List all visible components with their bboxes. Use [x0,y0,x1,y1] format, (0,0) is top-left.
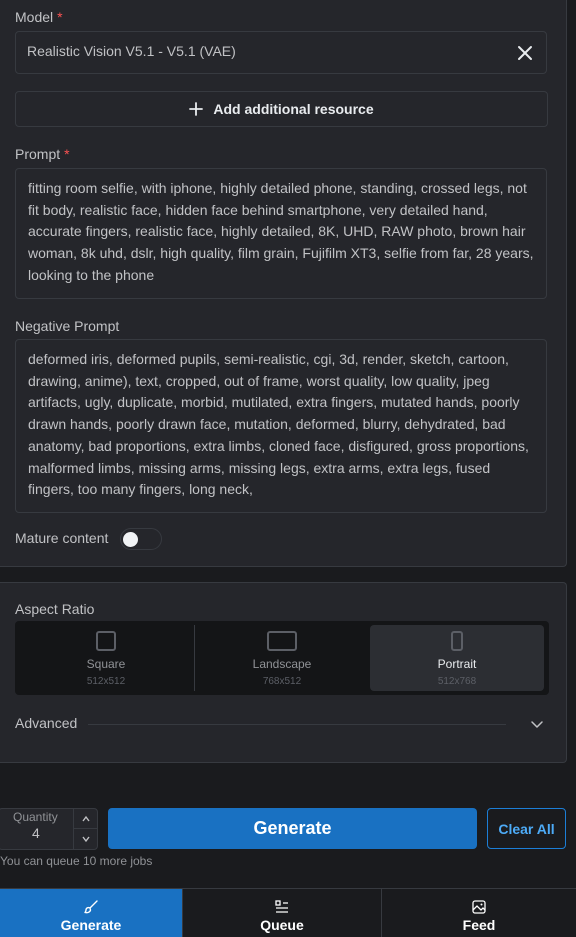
chevron-down-icon [81,836,90,843]
mature-content-toggle[interactable] [120,528,162,550]
list-icon [275,900,288,913]
close-icon[interactable] [516,44,534,62]
chevron-up-icon [81,815,90,821]
model-value: Realistic Vision V5.1 - V5.1 (VAE) [27,43,236,59]
aspect-option-dims: 512x512 [86,676,126,687]
add-resource-button[interactable]: Add additional resource [15,91,548,127]
model-select[interactable]: Realistic Vision V5.1 - V5.1 (VAE) [15,31,547,74]
prompt-label: Prompt * [15,146,70,162]
plus-icon [189,102,204,116]
queue-note: You can queue 10 more jobs [0,854,153,868]
square-icon [96,631,116,651]
required-mark: * [57,9,63,25]
brush-icon [84,900,98,914]
aspect-option-title: Landscape [252,657,312,671]
photo-icon [472,900,486,914]
increment-button[interactable] [73,809,97,829]
nav-label: Generate [60,917,122,933]
model-label: Model * [15,9,63,25]
generate-button[interactable]: Generate [108,808,477,849]
required-mark: * [64,146,70,162]
quantity-label: Quantity [13,810,58,824]
aspect-option-portrait[interactable]: Portrait 512x768 [370,625,544,691]
nav-generate[interactable]: Generate [0,889,182,937]
negative-prompt-label: Negative Prompt [15,318,120,334]
advanced-label[interactable]: Advanced [15,715,77,731]
toggle-knob [123,532,138,547]
aspect-option-title: Portrait [437,657,477,671]
landscape-icon [267,631,297,651]
aspect-option-dims: 768x512 [262,676,302,687]
aspect-ratio-label: Aspect Ratio [15,601,95,617]
decrement-button[interactable] [73,829,97,849]
aspect-option-dims: 512x768 [437,676,477,687]
add-resource-label: Add additional resource [213,101,374,117]
nav-queue[interactable]: Queue [183,889,381,937]
mature-content-label: Mature content [15,530,109,546]
nav-label: Feed [462,917,496,933]
clear-all-button[interactable]: Clear All [487,808,566,849]
chevron-down-icon[interactable] [529,716,545,732]
advanced-divider [88,724,506,725]
prompt-textarea[interactable]: fitting room selfie, with iphone, highly… [15,168,547,299]
quantity-value[interactable]: 4 [32,825,40,841]
aspect-option-landscape[interactable]: Landscape 768x512 [195,625,369,691]
nav-feed[interactable]: Feed [382,889,576,937]
aspect-ratio-selector: Square 512x512 Landscape 768x512 Portrai… [15,621,549,695]
bottom-navigation: Generate Queue Feed [0,888,576,937]
portrait-icon [451,631,463,651]
negative-prompt-textarea[interactable]: deformed iris, deformed pupils, semi-rea… [15,339,547,513]
aspect-option-square[interactable]: Square 512x512 [19,625,193,691]
nav-label: Queue [260,917,304,933]
aspect-option-title: Square [86,657,126,671]
